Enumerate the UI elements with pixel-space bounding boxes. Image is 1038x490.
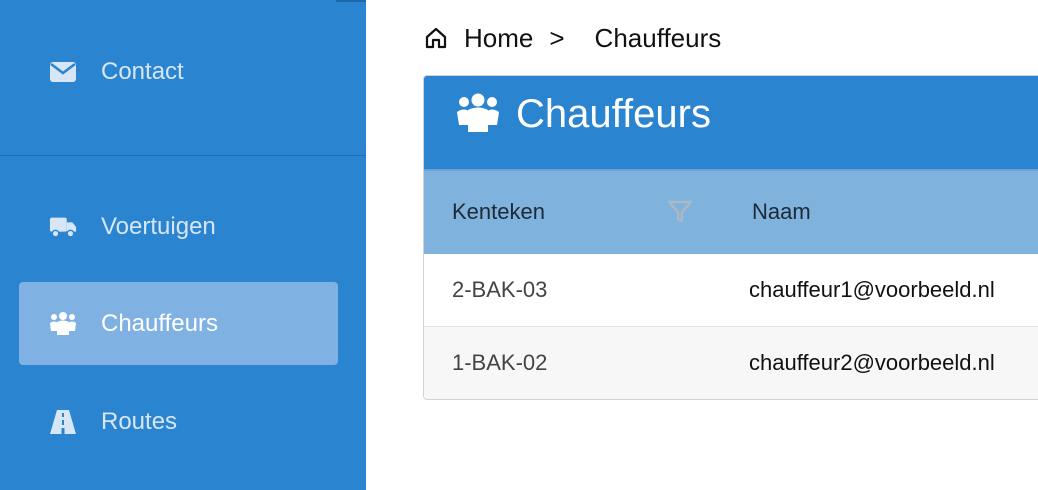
column-header-naam[interactable]: Naam: [752, 199, 811, 225]
sidebar-item-label: Chauffeurs: [101, 309, 218, 337]
breadcrumb: Home > Chauffeurs: [424, 20, 721, 56]
sidebar: Contact Voertuigen Chauffeurs Routes: [0, 0, 366, 490]
cell-naam: chauffeur1@voorbeeld.nl: [749, 277, 995, 302]
panel-title: Chauffeurs: [516, 92, 711, 136]
sidebar-top-strip: [336, 0, 366, 2]
sidebar-item-label: Routes: [101, 407, 178, 435]
table-row[interactable]: 2-BAK-03 chauffeur1@voorbeeld.nl: [424, 254, 1038, 327]
table-header: Kenteken Naam: [424, 169, 1038, 254]
panel-header: Chauffeurs: [424, 76, 1038, 169]
home-icon[interactable]: [424, 26, 448, 50]
sidebar-item-label: Contact: [101, 57, 184, 85]
breadcrumb-separator: >: [549, 22, 565, 53]
cell-kenteken: 1-BAK-02: [452, 350, 548, 375]
sidebar-item-label: Voertuigen: [101, 212, 216, 240]
sidebar-divider: [0, 155, 366, 156]
breadcrumb-current: Chauffeurs: [594, 22, 722, 53]
column-header-kenteken[interactable]: Kenteken: [452, 199, 545, 225]
breadcrumb-home-link[interactable]: Home: [464, 23, 533, 54]
sidebar-item-routes[interactable]: Routes: [19, 380, 338, 463]
road-icon: [49, 408, 77, 436]
envelope-icon: [49, 58, 77, 86]
cell-naam: chauffeur2@voorbeeld.nl: [749, 350, 995, 375]
sidebar-item-voertuigen[interactable]: Voertuigen: [19, 185, 338, 268]
truck-icon: [49, 213, 77, 241]
filter-icon[interactable]: [666, 197, 694, 225]
sidebar-item-contact[interactable]: Contact: [19, 30, 338, 113]
users-icon: [456, 92, 500, 136]
chauffeurs-panel: Chauffeurs Kenteken Naam 2-BAK-03 chauff…: [423, 75, 1038, 400]
cell-kenteken: 2-BAK-03: [452, 277, 548, 302]
table-row[interactable]: 1-BAK-02 chauffeur2@voorbeeld.nl: [424, 327, 1038, 399]
users-icon: [49, 310, 77, 338]
sidebar-item-chauffeurs[interactable]: Chauffeurs: [19, 282, 338, 365]
